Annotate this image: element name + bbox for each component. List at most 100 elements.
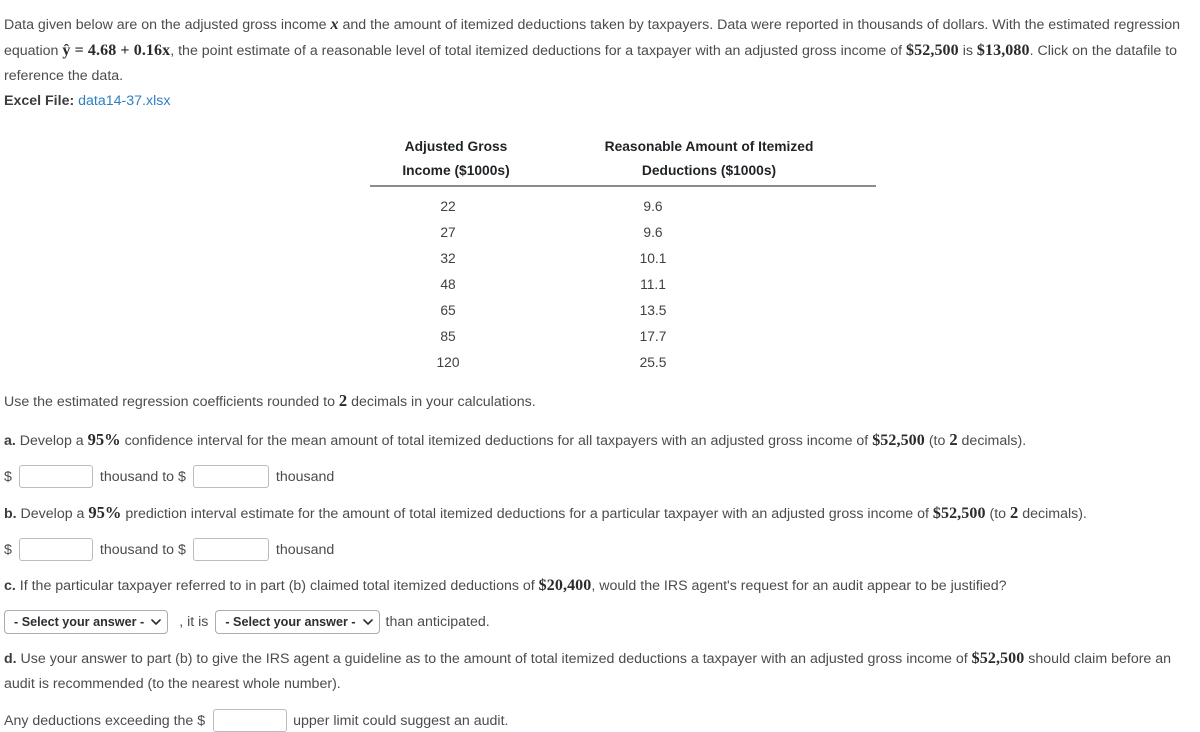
cell-income: 22 (440, 199, 456, 214)
math-claimed-amount: $20,400 (538, 577, 592, 594)
table-row: 48 11.1 (370, 272, 876, 298)
cell-income: 32 (440, 251, 456, 266)
data-table-head: Adjusted Gross Income ($1000s) Reasonabl… (370, 135, 876, 187)
cell-income: 27 (440, 225, 456, 240)
part-d-paragraph: d. Use your answer to part (b) to give t… (4, 646, 1200, 697)
part-b-lower-bound-input[interactable] (18, 538, 93, 561)
part-a-end-label: thousand (275, 468, 335, 485)
part-c-block: c. If the particular taxpayer referred t… (4, 573, 1196, 634)
part-a-text-4: decimals). (957, 433, 1027, 449)
part-a-text-2: confidence interval for the mean amount … (120, 433, 873, 449)
cell-deductions: 9.6 (643, 199, 663, 214)
table-row: 85 17.7 (370, 324, 876, 350)
part-b-mid-label: thousand to $ (99, 541, 186, 558)
part-a-text-1: Develop a (15, 433, 88, 449)
excel-file-link[interactable]: data14-37.xlsx (78, 93, 170, 109)
table-row: 32 10.1 (370, 246, 876, 272)
part-b-text-4: decimals). (1018, 506, 1087, 522)
part-d-upper-limit-input[interactable] (213, 709, 288, 732)
cell-deductions: 25.5 (639, 355, 667, 370)
table-row: 65 13.5 (370, 298, 876, 324)
instruction-text-2: decimals in your calculations. (347, 394, 536, 410)
header-line-2: Deductions ($1000s) (641, 163, 777, 178)
intro-text-4: is (958, 43, 977, 59)
dollar-sign-prefix: $ (4, 468, 12, 485)
data-table: Adjusted Gross Income ($1000s) Reasonabl… (370, 135, 876, 376)
part-c-paragraph: c. If the particular taxpayer referred t… (4, 573, 1200, 599)
math-income-value: $52,500 (906, 42, 959, 59)
part-c-select-1-value: - Select your answer - (14, 615, 145, 629)
table-row: 120 25.5 (370, 350, 876, 376)
part-c-label: c. (4, 578, 16, 594)
part-d-answer-row: Any deductions exceeding the $ upper lim… (4, 709, 1196, 732)
instruction-block: Use the estimated regression coefficient… (4, 388, 1196, 415)
math-income-value: $52,500 (932, 505, 986, 522)
part-d-label: d. (4, 651, 17, 667)
instruction-paragraph: Use the estimated regression coefficient… (4, 388, 1200, 415)
intro-text-1: Data given below are on the adjusted gro… (4, 17, 331, 33)
part-c-text-1: If the particular taxpayer referred to i… (15, 578, 539, 594)
part-d-block: d. Use your answer to part (b) to give t… (4, 646, 1196, 732)
part-c-select-1[interactable]: - Select your answer - (4, 610, 169, 634)
math-point-estimate: $13,080 (976, 42, 1030, 59)
part-b-upper-bound-input[interactable] (192, 538, 269, 561)
dollar-sign-prefix: $ (4, 541, 12, 558)
part-a-upper-bound-input[interactable] (192, 465, 269, 488)
intro-paragraph: Data given below are on the adjusted gro… (4, 12, 1198, 89)
part-a-mid-label: thousand to $ (99, 468, 186, 485)
header-line-1: Adjusted Gross (404, 139, 508, 154)
chevron-down-icon (362, 617, 373, 626)
part-c-text-2: , would the IRS agent's request for an a… (591, 578, 1007, 594)
part-d-text-1: Use your answer to part (b) to give the … (16, 651, 972, 667)
math-confidence-level: 95% (88, 503, 122, 522)
intro-text-3: , the point estimate of a reasonable lev… (170, 43, 907, 59)
part-a-lower-bound-input[interactable] (18, 465, 93, 488)
part-a-answer-row: $ thousand to $ thousand (4, 465, 1196, 488)
math-decimals: 2 (949, 430, 958, 449)
part-c-select-2[interactable]: - Select your answer - (215, 610, 380, 634)
data-table-wrapper: Adjusted Gross Income ($1000s) Reasonabl… (4, 135, 1196, 376)
excel-file-line: Excel File: data14-37.xlsx (4, 89, 1196, 114)
part-a-label: a. (4, 433, 16, 449)
cell-income: 65 (440, 303, 456, 318)
part-b-text-1: Develop a (16, 506, 89, 522)
cell-deductions: 10.1 (639, 251, 667, 266)
excel-file-label: Excel File: (4, 93, 75, 109)
part-b-paragraph: b. Develop a 95% prediction interval est… (4, 500, 1200, 527)
math-income-value: $52,500 (971, 650, 1025, 667)
part-a-block: a. Develop a 95% confidence interval for… (4, 427, 1196, 488)
math-variable-x: x (330, 16, 339, 33)
part-c-middle-text: , it is (179, 614, 209, 630)
part-b-end-label: thousand (275, 541, 335, 558)
part-b-text-2: prediction interval estimate for the amo… (121, 506, 933, 522)
column-header-adjusted-gross-income: Adjusted Gross Income ($1000s) (370, 135, 542, 187)
table-row: 27 9.6 (370, 220, 876, 246)
header-line-1: Reasonable Amount of Itemized (604, 139, 814, 154)
header-line-2: Income ($1000s) (402, 163, 510, 178)
cell-deductions: 11.1 (640, 277, 666, 292)
cell-income: 120 (436, 355, 460, 370)
part-c-select-2-value: - Select your answer - (225, 615, 356, 629)
cell-income: 48 (440, 277, 456, 292)
table-row: 22 9.6 (370, 186, 876, 220)
cell-deductions: 17.7 (639, 329, 667, 344)
part-d-suffix-text: upper limit could suggest an audit. (293, 712, 509, 729)
chevron-down-icon (151, 617, 161, 626)
part-b-block: b. Develop a 95% prediction interval est… (4, 500, 1196, 561)
problem-page: Data given below are on the adjusted gro… (0, 0, 1196, 732)
column-header-itemized-deductions: Reasonable Amount of Itemized Deductions… (542, 135, 876, 187)
cell-deductions: 13.5 (639, 303, 667, 318)
part-a-text-3: (to (924, 433, 950, 449)
part-c-trailing-text: than anticipated. (385, 614, 490, 630)
math-confidence-level: 95% (87, 430, 121, 449)
part-d-prefix-text: Any deductions exceeding the $ (4, 712, 206, 729)
cell-deductions: 9.6 (643, 225, 663, 240)
part-a-paragraph: a. Develop a 95% confidence interval for… (4, 427, 1200, 454)
data-table-body: 22 9.6 27 9.6 32 10.1 48 11.1 65 13.5 85… (370, 186, 876, 376)
part-b-label: b. (4, 506, 17, 522)
part-c-answer-row: - Select your answer - , it is - Select … (4, 610, 1196, 634)
cell-income: 85 (440, 329, 456, 344)
math-decimals: 2 (338, 391, 348, 410)
instruction-text-1: Use the estimated regression coefficient… (4, 394, 339, 410)
math-income-value: $52,500 (872, 432, 925, 449)
